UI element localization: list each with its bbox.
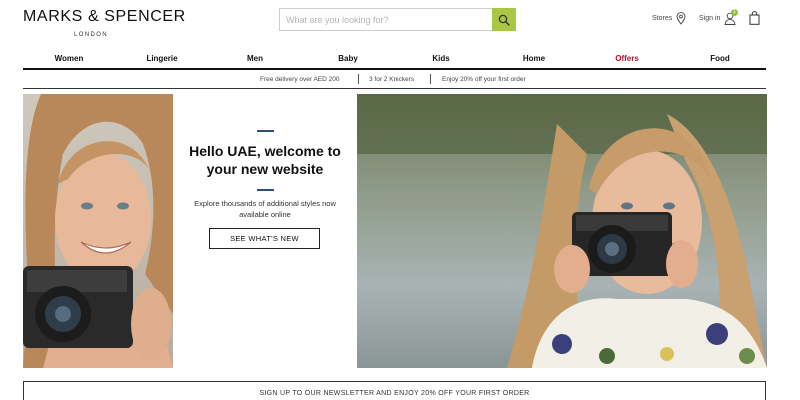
hero-photo-left <box>23 94 173 368</box>
hero-title: Hello UAE, welcome to your new website <box>189 143 341 177</box>
hero-photo-right <box>357 94 767 368</box>
accent-bar-bottom <box>257 189 274 191</box>
search-button[interactable] <box>492 8 516 31</box>
promo-strip: Free delivery over AED 200 3 for 2 Knick… <box>23 70 766 89</box>
nav-item-offers[interactable]: Offers <box>615 54 639 63</box>
stores-label: Stores <box>652 15 673 22</box>
newsletter-text: SIGN UP TO OUR NEWSLETTER AND ENJOY 20% … <box>259 390 530 397</box>
promo-first-order[interactable]: Enjoy 20% off your first order <box>442 76 526 83</box>
brand-logo[interactable]: MARKS & SPENCER LONDON <box>23 8 186 38</box>
nav-item-kids[interactable]: Kids <box>432 54 449 63</box>
basket-button[interactable] <box>749 11 760 30</box>
promo-divider <box>430 74 431 84</box>
hero-text-panel: Hello UAE, welcome to your new website E… <box>173 94 357 368</box>
promo-divider <box>358 74 359 84</box>
promo-free-delivery[interactable]: Free delivery over AED 200 <box>260 76 339 83</box>
stores-link[interactable]: Stores <box>652 12 686 25</box>
accent-bar-top <box>257 130 274 132</box>
newsletter-banner[interactable]: SIGN UP TO OUR NEWSLETTER AND ENJOY 20% … <box>23 381 766 400</box>
search-bar <box>279 8 516 31</box>
see-whats-new-button[interactable]: SEE WHAT'S NEW <box>209 228 320 249</box>
nav-item-men[interactable]: Men <box>247 54 263 63</box>
nav-item-women[interactable]: Women <box>55 54 84 63</box>
search-input[interactable] <box>280 9 493 30</box>
logo-subtext: LONDON <box>73 32 109 38</box>
promo-knickers[interactable]: 3 for 2 Knickers <box>369 76 414 83</box>
signin-badge: 1 <box>731 9 738 16</box>
shopping-bag-icon <box>749 11 760 25</box>
nav-item-baby[interactable]: Baby <box>338 54 358 63</box>
logo-text: MARKS & SPENCER <box>23 8 186 25</box>
nav-item-home[interactable]: Home <box>523 54 545 63</box>
nav-item-food[interactable]: Food <box>710 54 730 63</box>
location-pin-icon <box>676 12 686 25</box>
nav-item-lingerie[interactable]: Lingerie <box>146 54 177 63</box>
search-icon <box>498 14 510 26</box>
main-nav: Women Lingerie Men Baby Kids Home Offers… <box>23 49 766 70</box>
signin-label: Sign in <box>699 15 721 22</box>
hero-subtitle: Explore thousands of additional styles n… <box>194 199 336 219</box>
hero-image-right[interactable] <box>357 94 767 368</box>
hero-image-left[interactable] <box>23 94 173 368</box>
